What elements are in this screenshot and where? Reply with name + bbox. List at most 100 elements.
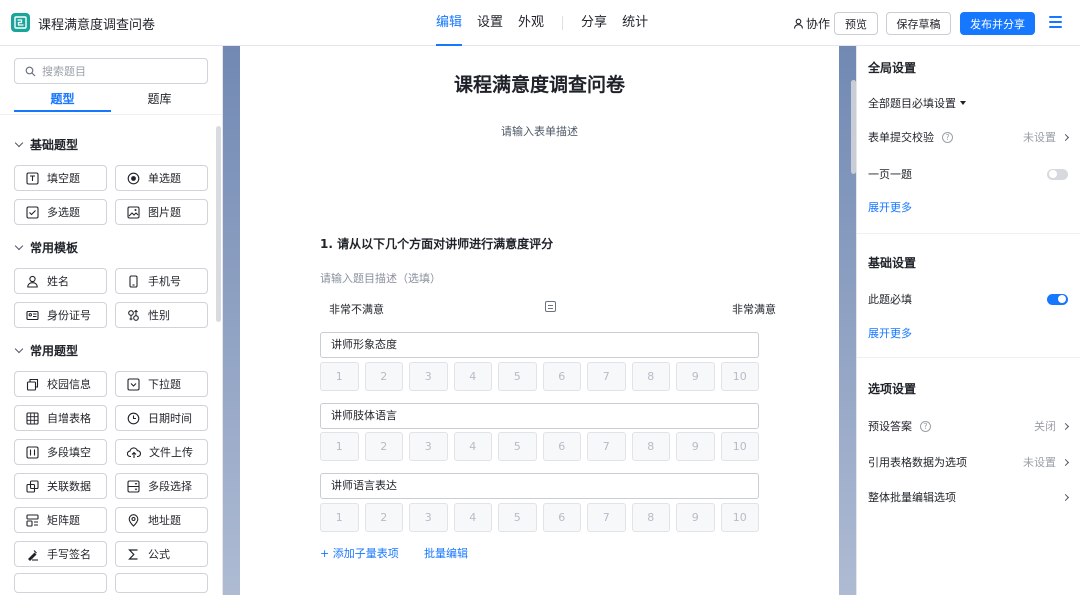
qtype-auto-table[interactable]: 自增表格: [14, 405, 107, 431]
add-sub-item-link[interactable]: + 添加子量表项: [320, 545, 399, 561]
scale-option[interactable]: 4: [453, 503, 492, 532]
scale-option[interactable]: 1: [320, 432, 359, 461]
tab-statistics[interactable]: 统计: [622, 0, 648, 46]
expand-more-link[interactable]: 展开更多: [868, 199, 912, 215]
required-all-dropdown[interactable]: 全部题目必填设置: [868, 95, 1068, 111]
scale-option[interactable]: 3: [409, 503, 448, 532]
left-scrollbar[interactable]: [216, 126, 221, 322]
scale-option[interactable]: 9: [676, 362, 715, 391]
left-tabs: 题型 题库: [14, 90, 208, 114]
qtype-datetime[interactable]: 日期时间: [115, 405, 208, 431]
scale-option[interactable]: 6: [542, 432, 581, 461]
scale-option[interactable]: 2: [364, 503, 403, 532]
tab-share[interactable]: 分享: [581, 0, 607, 46]
scale-option[interactable]: 4: [453, 362, 492, 391]
one-per-page-toggle[interactable]: [1047, 168, 1068, 180]
search-input[interactable]: 搜索题目: [14, 58, 208, 84]
scale-left-label[interactable]: 非常不满意: [329, 301, 384, 317]
batch-edit-options-row[interactable]: 整体批量编辑选项: [868, 489, 1070, 505]
publish-share-button[interactable]: 发布并分享: [960, 12, 1035, 35]
scale-option[interactable]: 8: [631, 503, 670, 532]
qtype-matrix[interactable]: 矩阵题: [14, 507, 107, 533]
qtype-image[interactable]: 图片题: [115, 199, 208, 225]
collaborate-button[interactable]: 协作: [793, 15, 830, 32]
scale-option[interactable]: 2: [364, 362, 403, 391]
save-draft-button[interactable]: 保存草稿: [886, 12, 951, 35]
radio-icon: [127, 172, 140, 184]
qtype-file-upload[interactable]: 文件上传: [115, 439, 208, 465]
scale-option[interactable]: 4: [453, 432, 492, 461]
batch-edit-link[interactable]: 批量编辑: [424, 545, 468, 561]
form-title[interactable]: 课程满意度调查问卷: [240, 70, 839, 97]
template-phone[interactable]: 手机号: [115, 268, 208, 294]
form-description-input[interactable]: 请输入表单描述: [240, 123, 839, 139]
section-common[interactable]: 常用题型: [14, 342, 78, 359]
scale-option[interactable]: 9: [676, 432, 715, 461]
preset-answer-row[interactable]: 预设答案? 关闭: [868, 418, 1070, 434]
qtype-partial[interactable]: [115, 573, 208, 593]
sub-item-input[interactable]: 讲师形象态度: [320, 332, 759, 358]
qtype-formula[interactable]: 公式: [115, 541, 208, 567]
tab-edit[interactable]: 编辑: [436, 0, 463, 46]
tab-question-bank[interactable]: 题库: [111, 90, 208, 114]
preview-button[interactable]: 预览: [834, 12, 878, 35]
qtype-multi-fill[interactable]: 多段填空: [14, 439, 107, 465]
qtype-fill-blank[interactable]: 填空题: [14, 165, 107, 191]
menu-icon[interactable]: [1049, 16, 1062, 28]
user-icon: [27, 275, 38, 288]
scale-option[interactable]: 8: [631, 362, 670, 391]
scale-option[interactable]: 9: [676, 503, 715, 532]
scale-option[interactable]: 10: [720, 362, 759, 391]
submit-validation-row[interactable]: 表单提交校验? 未设置: [868, 129, 1070, 145]
text-align-icon[interactable]: [545, 301, 556, 312]
required-toggle[interactable]: [1047, 293, 1068, 305]
expand-more-link[interactable]: 展开更多: [868, 325, 912, 341]
template-id-card[interactable]: 身份证号: [14, 302, 107, 328]
scale-option[interactable]: 7: [587, 362, 626, 391]
scale-option[interactable]: 6: [542, 362, 581, 391]
question-description-input[interactable]: 请输入题目描述（选填）: [320, 270, 441, 286]
scale-option[interactable]: 3: [409, 362, 448, 391]
scale-option[interactable]: 10: [720, 432, 759, 461]
qtype-signature[interactable]: 手写签名: [14, 541, 107, 567]
scale-option[interactable]: 1: [320, 362, 359, 391]
scale-option[interactable]: 5: [498, 432, 537, 461]
sub-item-input[interactable]: 讲师语言表达: [320, 473, 759, 499]
qtype-linked-data[interactable]: 关联数据: [14, 473, 107, 499]
scale-option[interactable]: 6: [542, 503, 581, 532]
qtype-campus[interactable]: 校园信息: [14, 371, 107, 397]
template-name[interactable]: 姓名: [14, 268, 107, 294]
scale-option[interactable]: 7: [587, 432, 626, 461]
scale-option[interactable]: 8: [631, 432, 670, 461]
scale-option[interactable]: 2: [364, 432, 403, 461]
scale-option[interactable]: 7: [587, 503, 626, 532]
qtype-partial[interactable]: [14, 573, 107, 593]
scale-option[interactable]: 1: [320, 503, 359, 532]
tab-question-types[interactable]: 题型: [14, 90, 111, 114]
qtype-label: 多段选择: [148, 480, 192, 493]
tab-settings[interactable]: 设置: [477, 0, 503, 46]
qtype-multi-select[interactable]: 多段选择: [115, 473, 208, 499]
section-templates[interactable]: 常用模板: [14, 239, 78, 256]
scale-right-label[interactable]: 非常满意: [732, 301, 776, 317]
qtype-dropdown[interactable]: 下拉题: [115, 371, 208, 397]
scale-option[interactable]: 10: [720, 503, 759, 532]
scale-option[interactable]: 5: [498, 362, 537, 391]
help-icon[interactable]: ?: [942, 131, 953, 143]
setting-label: 一页一题: [868, 168, 912, 181]
tab-appearance[interactable]: 外观: [518, 0, 544, 46]
qtype-address[interactable]: 地址题: [115, 507, 208, 533]
qtype-label: 手机号: [148, 275, 181, 288]
scale-option[interactable]: 3: [409, 432, 448, 461]
chevron-right-icon: [1061, 133, 1070, 141]
sub-item-input[interactable]: 讲师肢体语言: [320, 403, 759, 429]
required-row: 此题必填: [868, 291, 1068, 307]
template-gender[interactable]: 性别: [115, 302, 208, 328]
qtype-single-choice[interactable]: 单选题: [115, 165, 208, 191]
scale-option[interactable]: 5: [498, 503, 537, 532]
qtype-multi-choice[interactable]: 多选题: [14, 199, 107, 225]
table-reference-row[interactable]: 引用表格数据为选项 未设置: [868, 454, 1070, 470]
question-title[interactable]: 1. 请从以下几个方面对讲师进行满意度评分: [320, 235, 553, 252]
help-icon[interactable]: ?: [920, 420, 931, 432]
section-basic[interactable]: 基础题型: [14, 136, 78, 153]
